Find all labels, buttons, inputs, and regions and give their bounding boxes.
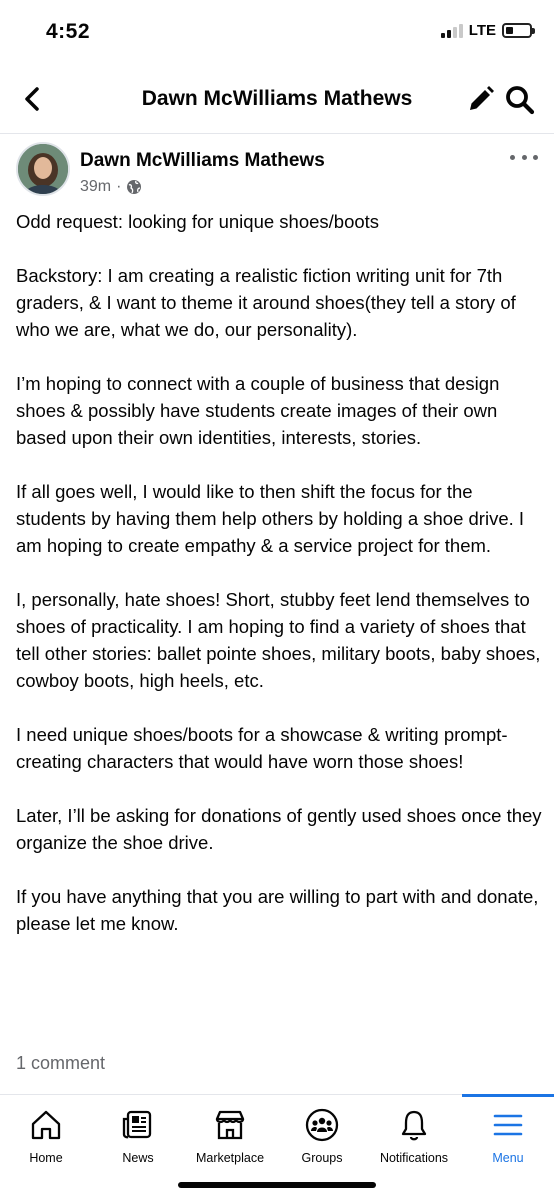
groups-icon [305,1108,339,1142]
search-icon [506,86,535,115]
avatar-image [18,144,68,194]
post-options-button[interactable] [510,150,538,164]
signal-icon [440,23,463,38]
tab-label: Home [29,1151,63,1165]
status-bar: 4:52 LTE [0,0,554,66]
tab-label: Notifications [379,1151,449,1165]
post-paragraph: I, personally, hate shoes! Short, stubby… [16,589,541,691]
status-time: 4:52 [46,20,91,43]
post-paragraph: Odd request: looking for unique shoes/bo… [16,211,380,232]
menu-icon [493,1114,523,1136]
network-label: LTE [468,22,496,39]
news-icon [122,1110,152,1139]
post-paragraph: Backstory: I am creating a realistic fic… [16,265,516,340]
tab-label: News [122,1151,154,1165]
meta-separator: · [116,178,122,195]
tab-news[interactable]: News [92,1095,184,1173]
edit-button[interactable] [466,84,496,114]
tab-home[interactable]: Home [0,1095,92,1173]
tab-groups[interactable]: Groups [276,1095,368,1173]
post-paragraph: If all goes well, I would like to then s… [16,481,525,556]
search-button[interactable] [504,84,536,116]
post-paragraph: I’m hoping to connect with a couple of b… [16,373,500,448]
post-meta: 39m · [80,178,142,196]
battery-icon [502,23,535,38]
marketplace-icon [215,1110,245,1140]
nav-bar: Dawn McWilliams Mathews [0,66,554,134]
comment-count-link[interactable]: 1 comment [16,1053,105,1074]
home-indicator[interactable] [178,1182,376,1188]
bell-icon [401,1110,427,1141]
globe-icon [127,180,142,194]
status-indicators: LTE [440,22,535,39]
post-author[interactable]: Dawn McWilliams Mathews [80,150,325,172]
tab-notifications[interactable]: Notifications [368,1095,460,1173]
post-time[interactable]: 39m [80,178,111,196]
tab-label: Marketplace [195,1151,265,1165]
pencil-icon [470,86,494,110]
post-paragraph: If you have anything that you are willin… [16,886,539,934]
home-icon [31,1110,61,1140]
avatar[interactable] [16,142,70,196]
tab-label: Groups [301,1151,343,1165]
tab-menu[interactable]: Menu [462,1094,554,1173]
post-body: Odd request: looking for unique shoes/bo… [16,208,542,964]
post-paragraph: Later, I’ll be asking for donations of g… [16,805,542,853]
post-paragraph: I need unique shoes/boots for a showcase… [16,724,508,772]
tab-label: Menu [492,1151,524,1165]
tab-marketplace[interactable]: Marketplace [184,1095,276,1173]
